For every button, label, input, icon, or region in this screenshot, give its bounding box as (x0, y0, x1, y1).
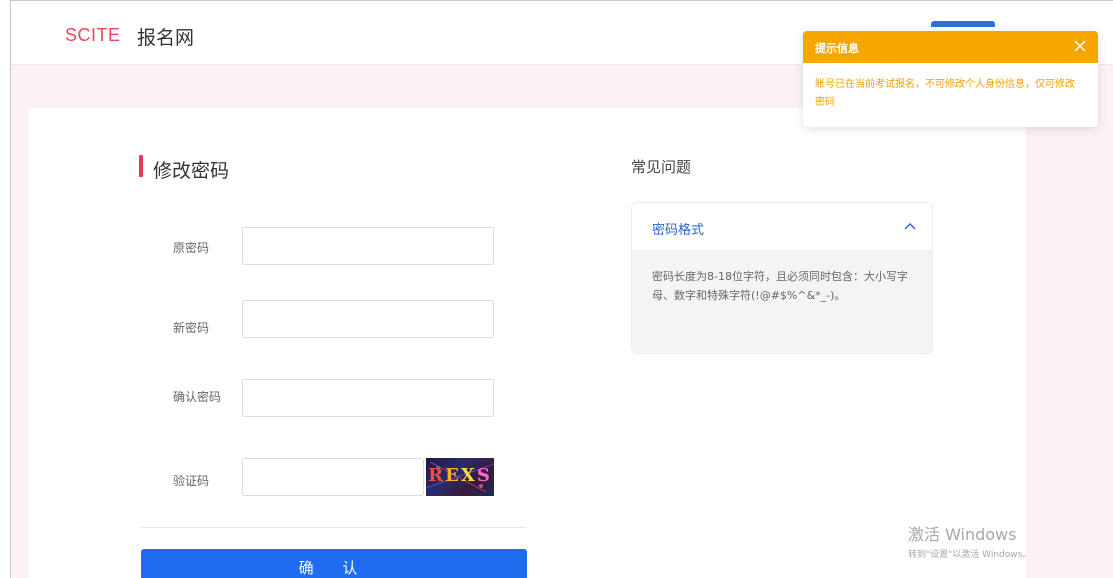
old-password-label: 原密码 (173, 241, 210, 255)
new-password-input[interactable] (242, 300, 494, 338)
chevron-up-icon[interactable] (904, 221, 916, 233)
page-title: 修改密码 (153, 160, 230, 182)
captcha-label: 验证码 (173, 474, 210, 488)
faq-section-title: 常见问题 (631, 158, 692, 176)
logo-text-en[interactable]: SCITE (65, 25, 121, 46)
title-accent-bar (139, 155, 143, 177)
faq-answer: 密码长度为8-18位字符，且必须同时包含：大小写字母、数字和特殊字符(!@#$%… (652, 270, 908, 302)
toast-header: 提示信息 (803, 31, 1098, 63)
logo-text-zh[interactable]: 报名网 (137, 23, 194, 50)
captcha-characters: REXS (428, 465, 492, 486)
change-password-card: 修改密码 原密码 新密码 确认密码 验证码 REXS 确 认 常见问题 密码格式 (29, 108, 1026, 578)
toast-message: 账号已在当前考试报名，不可修改个人身份信息，仅可修改密码 (815, 79, 1075, 108)
faq-collapse-panel: 密码格式 密码长度为8-18位字符，且必须同时包含：大小写字母、数字和特殊字符(… (631, 202, 933, 354)
form-divider (141, 527, 527, 528)
header-user-button[interactable] (931, 21, 995, 27)
close-icon[interactable] (1072, 38, 1088, 54)
confirm-password-label: 确认密码 (173, 390, 222, 404)
toast-title: 提示信息 (815, 42, 859, 55)
notification-toast: 提示信息 账号已在当前考试报名，不可修改个人身份信息，仅可修改密码 (803, 31, 1098, 127)
faq-question[interactable]: 密码格式 (652, 219, 704, 238)
watermark-subtitle: 转到"设置"以激活 Windows。 (908, 550, 1032, 560)
captcha-input[interactable] (242, 458, 424, 496)
new-password-label: 新密码 (173, 321, 210, 335)
faq-item-header[interactable]: 密码格式 (632, 203, 932, 251)
watermark-title: 激活 Windows (908, 525, 1017, 544)
browser-viewport: SCITE 报名网 修改密码 原密码 新密码 确认密码 验证码 REXS 确 认 (10, 0, 1113, 578)
old-password-input[interactable] (242, 227, 494, 265)
confirm-password-input[interactable] (242, 379, 494, 417)
windows-activation-watermark: 激活 Windows 转到"设置"以激活 Windows。 (908, 521, 1031, 560)
captcha-image[interactable]: REXS (426, 458, 494, 496)
confirm-button[interactable]: 确 认 (141, 549, 527, 578)
